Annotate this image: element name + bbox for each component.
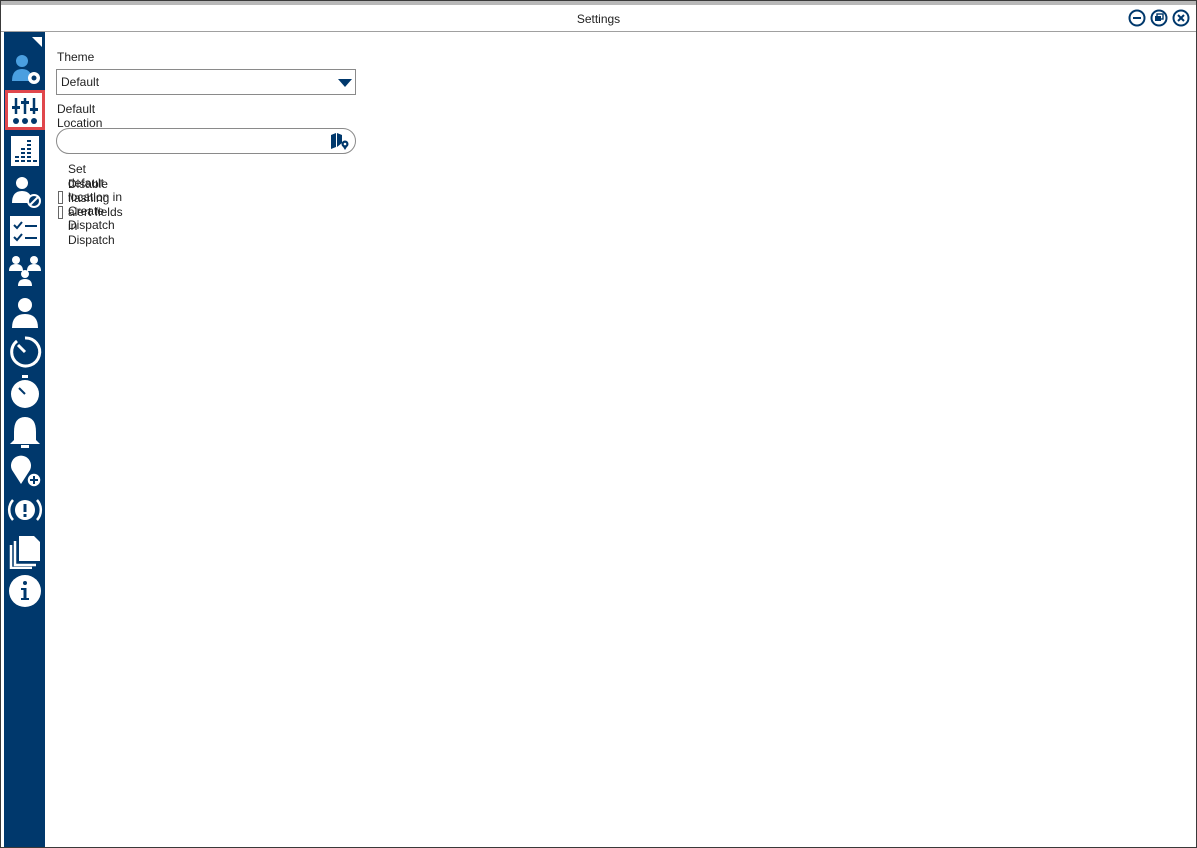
sidebar-item-equalizer[interactable]	[7, 133, 43, 169]
sidebar-item-user[interactable]	[7, 294, 43, 330]
sidebar-item-add-location[interactable]	[7, 453, 43, 489]
user-settings-icon	[12, 55, 40, 84]
map-location-icon[interactable]	[330, 132, 350, 150]
expand-corner-icon[interactable]	[32, 37, 42, 47]
info-icon	[9, 575, 41, 607]
sliders-icon	[12, 98, 38, 124]
sidebar-item-user-settings[interactable]	[7, 51, 43, 87]
checklist-icon	[10, 216, 40, 246]
minimize-icon[interactable]	[1128, 9, 1146, 27]
theme-selected-value: Default	[61, 75, 100, 89]
settings-window: Settings Theme Default Default Location …	[0, 0, 1197, 848]
sidebar-item-documents[interactable]	[7, 533, 43, 569]
add-location-icon	[10, 455, 42, 488]
window-controls	[1128, 9, 1190, 27]
restore-icon[interactable]	[1150, 9, 1168, 27]
alert-icon	[8, 499, 42, 521]
chevron-down-icon[interactable]	[338, 79, 352, 87]
checkbox-box[interactable]	[58, 205, 63, 219]
bell-icon	[10, 417, 40, 448]
default-location-label: Default Location	[57, 102, 103, 130]
stopwatch-icon	[11, 375, 39, 408]
title-bar[interactable]: Settings	[1, 5, 1196, 32]
equalizer-list-icon	[11, 136, 39, 166]
theme-dropdown[interactable]: Default	[56, 69, 356, 95]
user-group-icon	[9, 256, 41, 286]
disable-flashing-label: Disable flashing alert fields in Dispatc…	[67, 177, 123, 247]
user-icon	[12, 298, 38, 328]
sidebar-item-user-blocked[interactable]	[7, 173, 43, 209]
sidebar-item-alert[interactable]	[7, 492, 43, 528]
sidebar-item-stopwatch[interactable]	[7, 374, 43, 410]
sidebar-item-timer[interactable]	[7, 334, 43, 370]
documents-icon	[9, 536, 40, 569]
user-blocked-icon	[12, 177, 41, 208]
timer-icon	[10, 336, 42, 368]
sidebar-item-user-group[interactable]	[7, 252, 43, 288]
window-title: Settings	[576, 12, 621, 26]
sidebar	[4, 32, 45, 847]
sidebar-item-sliders[interactable]	[5, 90, 45, 130]
sidebar-item-bell[interactable]	[7, 414, 43, 450]
disable-flashing-checkbox[interactable]: Disable flashing alert fields in Dispatc…	[58, 177, 123, 247]
default-location-input[interactable]	[67, 132, 321, 150]
theme-label: Theme	[57, 50, 95, 64]
default-location-field[interactable]	[56, 128, 356, 154]
sidebar-item-info[interactable]	[7, 573, 43, 609]
sidebar-item-checklist[interactable]	[7, 213, 43, 249]
close-icon[interactable]	[1172, 9, 1190, 27]
